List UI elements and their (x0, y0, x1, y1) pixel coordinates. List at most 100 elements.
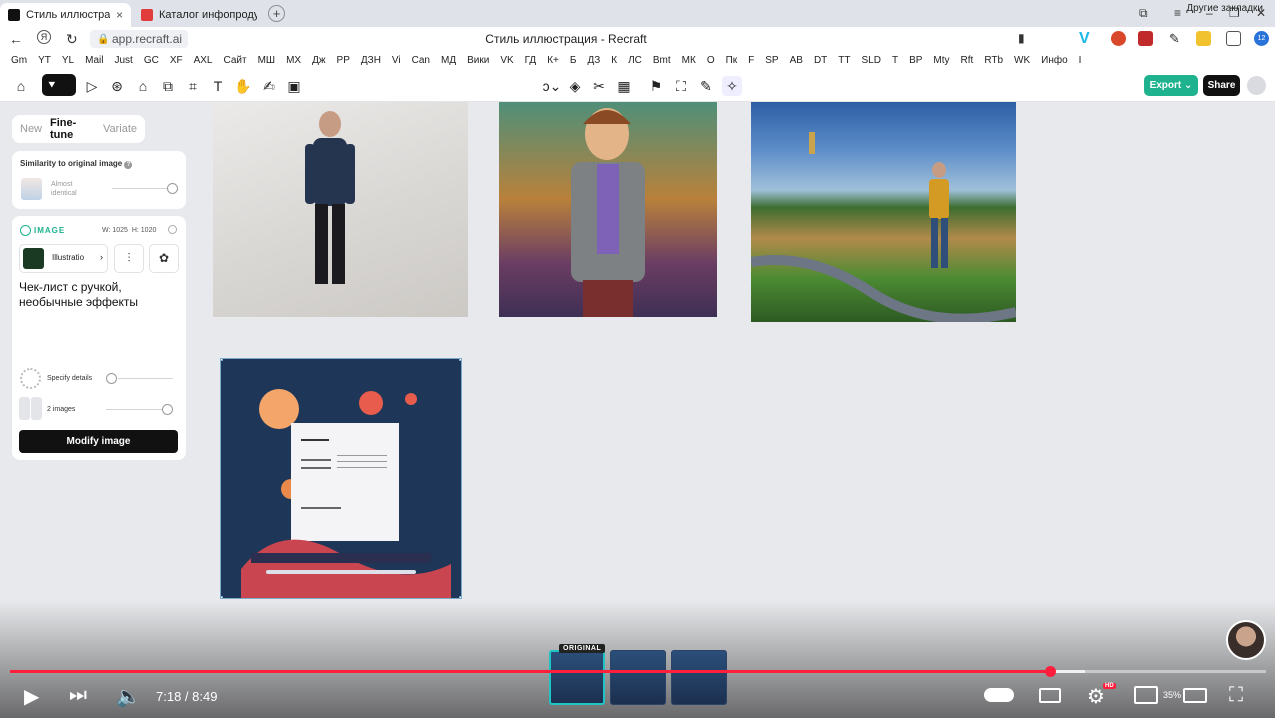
fullscreen-icon[interactable]: ⛶ (1229, 684, 1243, 707)
select-tool-icon[interactable]: ▷ (82, 76, 102, 96)
extensions-count-badge[interactable]: 12 (1254, 31, 1269, 46)
bookmark-item[interactable]: VK (500, 55, 513, 66)
bookmark-item[interactable]: Just (114, 55, 132, 66)
bookmark-item[interactable]: TT (838, 55, 850, 66)
bookmark-item[interactable]: Vi (392, 55, 401, 66)
vector-tool-icon[interactable]: ⧉ (158, 76, 178, 96)
bookmark-item[interactable]: МД (441, 55, 456, 66)
bookmark-item[interactable]: RTb (984, 55, 1003, 66)
play-icon[interactable]: ▶ (24, 684, 39, 709)
prompt-input[interactable]: Чек-лист с ручкой, необычные эффекты (19, 280, 169, 310)
bookmark-item[interactable]: Т (892, 55, 898, 66)
bookmark-item[interactable]: Пк (726, 55, 738, 66)
home-icon[interactable]: ⌂ (11, 76, 31, 96)
bookmark-item[interactable]: Gm (11, 55, 27, 66)
bookmark-item[interactable]: Can (412, 55, 430, 66)
theater-mode-icon[interactable] (1183, 688, 1207, 703)
bookmark-item[interactable]: К+ (547, 55, 559, 66)
autoplay-toggle[interactable] (984, 688, 1014, 702)
tab-catalog[interactable]: Каталог инфопродуктов (133, 3, 265, 27)
other-bookmarks[interactable]: Другие закладки (1186, 3, 1263, 14)
bookmark-item[interactable]: SP (765, 55, 778, 66)
hand-tool-icon[interactable]: ✋ (233, 76, 253, 96)
bookmark-item[interactable]: Б (570, 55, 577, 66)
bookmark-item[interactable]: Дж (312, 55, 325, 66)
bookmark-flag-icon[interactable]: ▮ (1018, 31, 1025, 45)
clock-icon[interactable] (168, 225, 177, 234)
tab-variate[interactable]: Variate (103, 123, 137, 135)
extension-6-icon[interactable] (1226, 31, 1241, 46)
bookmark-item[interactable]: МК (682, 55, 696, 66)
bookmark-item[interactable]: Сайт (224, 55, 247, 66)
volume-icon[interactable]: 🔈 (116, 684, 141, 709)
similarity-slider-knob[interactable] (167, 183, 178, 194)
resize-handle-tr[interactable] (459, 359, 461, 361)
text-tool-icon[interactable]: T (208, 76, 228, 96)
bookmark-manager-icon[interactable]: ⧉ (1139, 6, 1148, 21)
bookmark-item[interactable]: ЛС (628, 55, 642, 66)
progress-scrubber[interactable] (1044, 666, 1056, 677)
bookmark-item[interactable]: GC (144, 55, 159, 66)
specify-details-toggle[interactable] (106, 373, 117, 384)
bookmark-item[interactable]: AB (790, 55, 803, 66)
new-tab-button[interactable]: + (268, 5, 285, 22)
vimeo-extension-icon[interactable]: V (1079, 31, 1094, 47)
share-button[interactable]: Share (1203, 75, 1240, 96)
tab-recraft[interactable]: Стиль иллюстрация - R × (0, 3, 131, 27)
bookmark-item[interactable]: К (611, 55, 617, 66)
next-icon[interactable]: ⏭ (69, 684, 87, 707)
inpaint-icon[interactable]: ⚑ (646, 76, 666, 96)
tab-fine-tune[interactable]: Fine-tune (50, 117, 95, 141)
mockup-tool-icon[interactable]: ⌂ (133, 76, 153, 96)
canvas-image-selected[interactable] (220, 358, 462, 599)
image-tool-icon[interactable]: ⊛ (107, 76, 127, 96)
canvas-image-photo[interactable] (213, 102, 468, 317)
help-icon[interactable]: ? (124, 161, 133, 169)
extension-2-icon[interactable] (1111, 31, 1126, 46)
frame-tool-icon[interactable]: ⌗ (183, 76, 203, 96)
style-select[interactable]: Illustratio › (19, 244, 108, 273)
downloads-icon[interactable]: ≡ (1174, 6, 1181, 20)
bookmark-item[interactable]: Bmt (653, 55, 671, 66)
bookmark-item[interactable]: YT (38, 55, 51, 66)
images-count-knob[interactable] (162, 404, 173, 415)
extension-5-icon[interactable] (1196, 31, 1211, 46)
bookmark-item[interactable]: F (748, 55, 754, 66)
bookmark-item[interactable]: ВР (909, 55, 922, 66)
bookmark-item[interactable]: ГД (525, 55, 537, 66)
photo-tool-icon[interactable]: ▣ (284, 76, 304, 96)
adjust-settings-button[interactable]: ⫶ (114, 244, 144, 273)
subtitles-icon[interactable] (1039, 688, 1061, 703)
specify-details-track[interactable] (118, 378, 173, 379)
bookmark-item[interactable]: Инфо (1041, 55, 1068, 66)
resize-handle-br[interactable] (459, 596, 461, 598)
canvas-image-cartoon[interactable] (499, 102, 717, 317)
tab-new[interactable]: New (20, 123, 42, 135)
export-button[interactable]: Export ⌄ (1144, 75, 1198, 96)
pen-extension-icon[interactable]: ✎ (1169, 31, 1184, 46)
canvas-image-field[interactable] (751, 102, 1016, 322)
bookmark-item[interactable]: SLD (862, 55, 881, 66)
bookmark-item[interactable]: ДЗН (361, 55, 381, 66)
upscale-icon[interactable]: ✧ (722, 76, 742, 96)
draw-tool-icon[interactable]: ✍ (259, 76, 279, 96)
resize-handle-tl[interactable] (221, 359, 223, 361)
bookmark-item[interactable]: РР (337, 55, 350, 66)
bookmark-item[interactable]: XF (170, 55, 183, 66)
eraser-icon[interactable]: ◈ (565, 76, 585, 96)
images-count-track[interactable] (106, 409, 163, 410)
bookmark-item[interactable]: WK (1014, 55, 1030, 66)
bookmark-item[interactable]: Вики (467, 55, 489, 66)
bookmark-item[interactable]: Mail (85, 55, 103, 66)
bookmark-item[interactable]: МШ (258, 55, 276, 66)
remove-bg-icon[interactable]: ▦ (614, 76, 634, 96)
bookmark-item[interactable]: МХ (286, 55, 301, 66)
resize-handle-bl[interactable] (221, 596, 223, 598)
bookmark-item[interactable]: Rft (961, 55, 974, 66)
lasso-tool-icon[interactable]: ↄ⌄ (537, 76, 567, 96)
avatar[interactable] (1247, 76, 1266, 95)
bookmark-item[interactable]: О (707, 55, 715, 66)
channel-avatar[interactable] (1226, 620, 1266, 660)
bookmark-item[interactable]: ДЗ (587, 55, 600, 66)
bookmark-item[interactable]: I (1079, 55, 1082, 66)
